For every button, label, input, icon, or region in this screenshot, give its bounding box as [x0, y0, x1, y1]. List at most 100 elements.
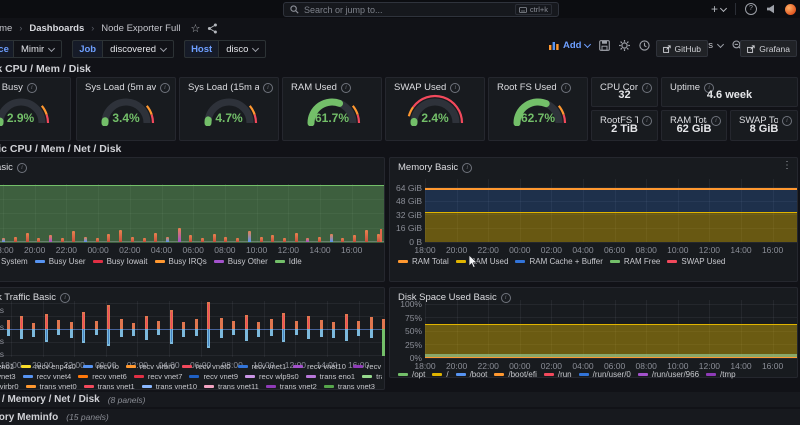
recv-spike [182, 322, 185, 329]
cpu-busy-spike [178, 228, 181, 242]
variable-value-dropdown[interactable]: disco [218, 40, 266, 58]
legend-item[interactable]: /run/user/966 [638, 370, 699, 379]
gauge-value: 2.9% [0, 111, 70, 125]
info-icon[interactable]: i [462, 163, 472, 173]
legend-item[interactable]: recv vnet9 [189, 372, 238, 381]
legend-item[interactable]: / [432, 370, 448, 379]
news-megaphone-icon[interactable] [766, 4, 776, 14]
legend-item[interactable]: recv vnet3 [0, 372, 16, 381]
tick-label: 75% [392, 313, 422, 323]
cpu-busy-spike [2, 238, 5, 242]
legend-item[interactable]: SWAP Used [667, 257, 725, 266]
github-link-button[interactable]: GitHub [656, 40, 708, 57]
legend-item[interactable]: RAM Used [456, 257, 509, 266]
legend-item[interactable]: /run [544, 370, 572, 379]
legend-item[interactable]: Busy System [0, 257, 28, 266]
legend-item[interactable]: trans enp4s0 [362, 372, 382, 381]
panel-ram-total: RAM Totali 62 GiB [661, 110, 727, 141]
legend-item[interactable]: trans virbr0 [0, 382, 19, 391]
legend-item[interactable]: /run/user/0 [579, 370, 631, 379]
legend-series-color [266, 385, 276, 388]
trans-spike [345, 329, 348, 341]
trans-spike [295, 329, 298, 335]
legend-series-color [238, 365, 248, 368]
info-icon[interactable]: i [263, 83, 273, 93]
row-header-quick[interactable]: Quick CPU / Mem / Disk [0, 63, 91, 75]
legend-item[interactable]: RAM Free [610, 257, 660, 266]
row-header-basic[interactable]: Basic CPU / Mem / Net / Disk [0, 143, 121, 155]
keyboard-icon [519, 7, 527, 13]
recv-spike [157, 321, 160, 329]
legend-series-color [155, 260, 165, 263]
legend-series-color [579, 373, 589, 376]
legend-item[interactable]: recv lo [83, 362, 119, 371]
legend-item[interactable]: recv wlp9s0 [245, 372, 299, 381]
legend-item[interactable]: Idle [275, 257, 302, 266]
collapsed-row-memory-meminfo[interactable]: Memory Meminfo (15 panels) [0, 409, 800, 425]
legend: trans virbr0 trans vnet0 trans vnet1 trans … [0, 382, 382, 391]
add-menu-button[interactable]: + [711, 2, 726, 16]
legend-item[interactable]: recv eno1 [0, 362, 14, 371]
legend-item[interactable]: Busy IRQs [155, 257, 207, 266]
legend-item[interactable]: /tmp [706, 370, 736, 379]
search-input[interactable]: Search or jump to... ctrl+k [283, 2, 559, 17]
legend-item[interactable]: /boot/efi [494, 370, 536, 379]
tick-label: -1 Gb/s [0, 349, 4, 359]
tick-label: 48 GiB [392, 196, 422, 206]
legend-item[interactable]: Busy User [35, 257, 86, 266]
collapsed-row-cpu-memory-net-disk[interactable]: CPU / Memory / Net / Disk (8 panels) [0, 392, 800, 407]
legend-item[interactable]: RAM Cache + Buffer [515, 257, 602, 266]
gridline-v [201, 301, 202, 357]
legend-item[interactable]: trans vnet0 [26, 382, 77, 391]
cpu-busy-spike [154, 233, 157, 242]
panel-menu-kebab-icon[interactable]: ⋮ [782, 161, 792, 171]
recv-spike [270, 319, 273, 329]
legend-item[interactable]: trans vnet11 [204, 382, 259, 391]
legend-series-color [353, 365, 363, 368]
breadcrumb-home[interactable]: Home [0, 23, 12, 34]
panel-rootfs-total: RootFS Totali 2 TiB [591, 110, 658, 141]
legend-item[interactable]: /opt [398, 370, 425, 379]
avatar[interactable] [785, 4, 796, 15]
legend-item[interactable]: recv vnet0 [182, 362, 231, 371]
legend-item[interactable]: recv vnet1 [238, 362, 287, 371]
tick-label: 100% [392, 299, 422, 309]
legend-item[interactable]: recv vnet6 [78, 372, 127, 381]
legend-item[interactable]: Busy Other [214, 257, 268, 266]
legend-item[interactable]: recv vnet11 [353, 362, 382, 371]
info-icon[interactable]: i [160, 83, 170, 93]
trans-spike [232, 329, 235, 335]
trans-spike-core [283, 329, 284, 340]
trans-spike [257, 329, 260, 337]
help-icon[interactable]: ? [745, 3, 757, 15]
legend-item[interactable]: recv vnet4 [23, 372, 72, 381]
share-icon[interactable] [207, 23, 218, 34]
panel-cpu-cores: CPU Coresi 32 [591, 77, 658, 107]
legend-item[interactable]: recv vnet10 [293, 362, 346, 371]
legend-item[interactable]: trans eno1 [306, 372, 355, 381]
breadcrumb-dashboards[interactable]: Dashboards [29, 23, 84, 34]
panel-title[interactable]: Memory Basici [398, 161, 783, 174]
legend-item[interactable]: Busy Iowait [93, 257, 148, 266]
variable-value-dropdown[interactable]: Mimir [13, 40, 62, 58]
variable-value-dropdown[interactable]: discovered [102, 40, 174, 58]
legend-item[interactable]: RAM Total [398, 257, 449, 266]
tick-label: 500 Mb/s [0, 305, 4, 315]
legend-item[interactable]: trans vnet1 [84, 382, 135, 391]
legend-item[interactable]: trans vnet10 [142, 382, 197, 391]
info-icon[interactable]: i [17, 163, 27, 173]
recv-spike-core [108, 307, 109, 329]
legend-item[interactable]: recv virbr0 [126, 362, 175, 371]
legend-item[interactable]: recv enp4s0 [21, 362, 76, 371]
tick-label: 18:00 [0, 245, 17, 255]
legend-item[interactable]: recv vnet7 [134, 372, 183, 381]
grafana-link-button[interactable]: Grafana [740, 40, 797, 57]
panel-title[interactable]: CPU Basici [0, 161, 379, 174]
legend-item[interactable]: /boot [456, 370, 488, 379]
star-icon[interactable]: ☆ [190, 22, 200, 35]
legend-series-color [544, 373, 554, 376]
legend-item[interactable]: trans vnet2 [266, 382, 317, 391]
legend-item[interactable]: trans vnet3 [324, 382, 375, 391]
tick-label: 25% [392, 340, 422, 350]
legend-series-color [456, 373, 466, 376]
